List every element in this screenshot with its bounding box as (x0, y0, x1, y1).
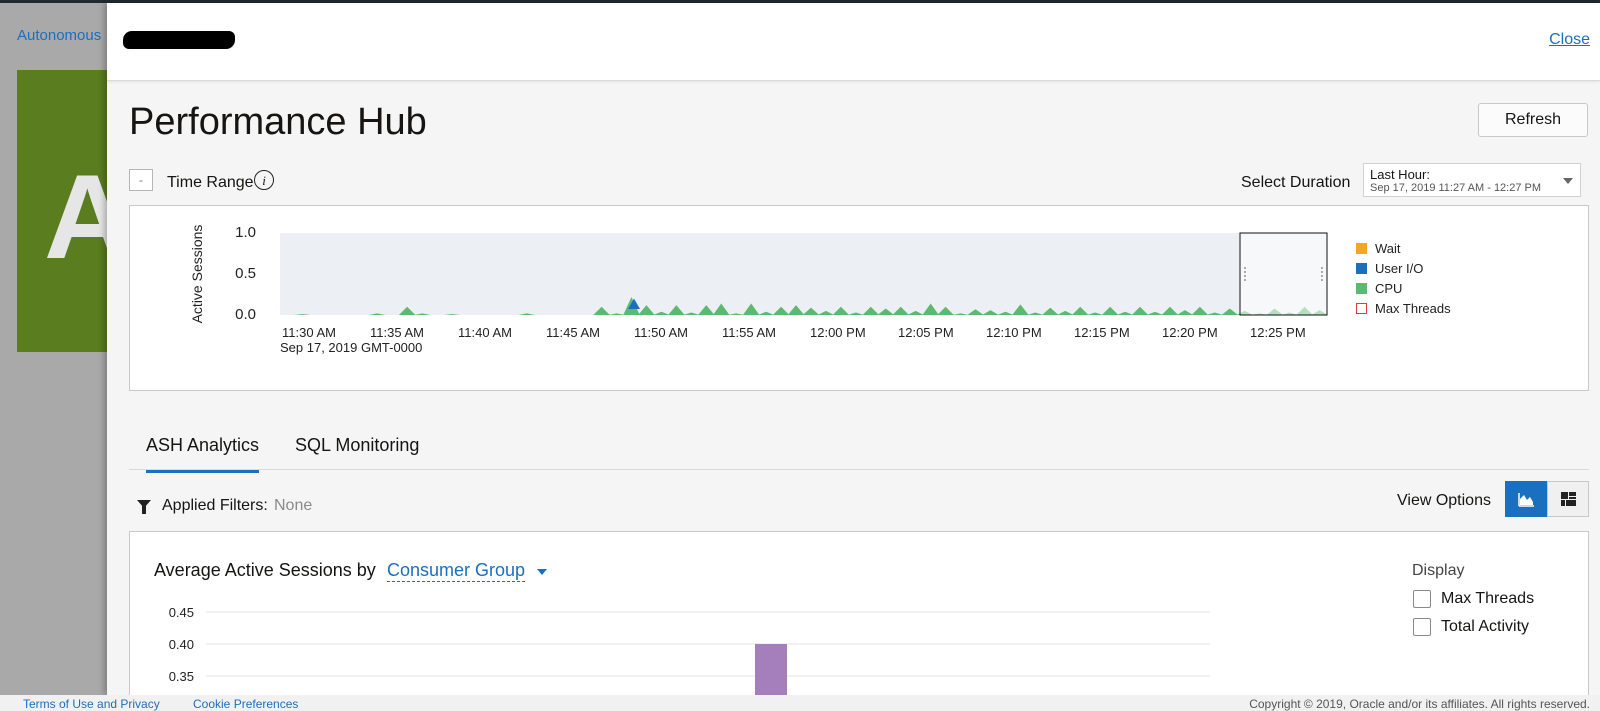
y-tick-label: 0.45 (169, 605, 194, 620)
average-active-sessions-panel: Average Active Sessions by Consumer Grou… (129, 531, 1589, 695)
legend-swatch (1356, 263, 1367, 274)
total-activity-option[interactable]: Total Activity (1413, 618, 1529, 636)
duration-select[interactable]: Last Hour: Sep 17, 2019 11:27 AM - 12:27… (1363, 163, 1581, 197)
total-activity-checkbox[interactable] (1413, 618, 1431, 636)
time-range-chart[interactable]: Active Sessions 1.0 0.5 0.0 11:30 AM 11:3… (129, 205, 1589, 391)
time-range-label: Time Range (167, 174, 254, 191)
legend-label: Wait (1375, 241, 1401, 256)
applied-filters-label: Applied Filters: (162, 497, 268, 514)
area-chart-icon (1518, 493, 1534, 507)
x-tick-label: 11:45 AM (546, 325, 600, 340)
chart-legend: Wait User I/O CPU Max Threads (1356, 241, 1451, 316)
x-tick-label: 12:05 PM (898, 325, 954, 340)
max-threads-checkbox[interactable] (1413, 590, 1431, 608)
aas-chart-svg: 0.45 0.40 0.35 (169, 605, 1210, 695)
time-range-chart-svg: Active Sessions 1.0 0.5 0.0 11:30 AM 11:3… (189, 224, 1451, 355)
x-tick-label: 12:20 PM (1162, 325, 1218, 340)
refresh-button[interactable]: Refresh (1478, 103, 1588, 137)
x-tick-label: 12:15 PM (1074, 325, 1130, 340)
y-tick-label: 0.5 (235, 265, 256, 282)
x-tick-labels: 11:30 AM 11:35 AM 11:40 AM 11:45 AM 11:50 AM… (282, 325, 1306, 340)
duration-value: Last Hour: (1370, 167, 1430, 182)
tab-ash-analytics[interactable]: ASH Analytics (146, 435, 260, 473)
legend-swatch (1356, 283, 1367, 294)
y-tick-label: 0.35 (169, 669, 194, 684)
total-activity-label: Total Activity (1441, 618, 1530, 636)
x-tick-label: 11:40 AM (458, 325, 512, 340)
select-duration-label: Select Duration (1241, 174, 1351, 191)
x-tick-label: 12:10 PM (986, 325, 1042, 340)
duration-detail: Sep 17, 2019 11:27 AM - 12:27 PM (1370, 182, 1542, 194)
y-tick-label: 0.40 (169, 637, 194, 652)
y-tick-label: 1.0 (235, 224, 256, 241)
view-options-label: View Options (1397, 492, 1491, 509)
page-footer: Terms of Use and Privacy Cookie Preferen… (0, 695, 1600, 711)
legend-label: User I/O (1375, 261, 1423, 276)
collapse-time-range-button[interactable]: - (129, 169, 153, 191)
panel-header: Close (107, 3, 1600, 81)
cookie-preferences-link[interactable]: Cookie Preferences (193, 697, 298, 711)
terms-link[interactable]: Terms of Use and Privacy (23, 697, 160, 711)
x-axis-sublabel: Sep 17, 2019 GMT-0000 (280, 340, 422, 355)
tab-sql-monitoring[interactable]: SQL Monitoring (295, 435, 419, 470)
legend-label: Max Threads (1375, 301, 1451, 316)
background-breadcrumb-link[interactable]: Autonomous (17, 27, 101, 44)
legend-label: CPU (1375, 281, 1402, 296)
selection-window[interactable] (1239, 232, 1328, 316)
x-tick-label: 11:50 AM (634, 325, 688, 340)
filter-icon-stem (142, 506, 146, 514)
display-label: Display (1412, 562, 1465, 579)
x-tick-label: 11:30 AM (282, 325, 336, 340)
legend-swatch (1356, 243, 1367, 254)
performance-hub-panel: Close Performance Hub Refresh - Time Ran… (107, 3, 1600, 695)
x-tick-label: 11:35 AM (370, 325, 424, 340)
x-tick-label: 11:55 AM (722, 325, 776, 340)
redacted-database-name (123, 31, 235, 49)
treemap-view-button[interactable] (1547, 481, 1589, 517)
x-tick-label: 12:00 PM (810, 325, 866, 340)
aas-bars (755, 644, 787, 695)
treemap-icon (1561, 492, 1576, 506)
area-chart-view-button[interactable] (1505, 481, 1547, 517)
applied-filters-value: None (274, 497, 313, 514)
legend-swatch (1356, 303, 1367, 314)
max-threads-label: Max Threads (1441, 590, 1535, 608)
y-tick-label: 0.0 (235, 306, 256, 323)
aas-gridlines: 0.45 0.40 0.35 (169, 605, 1210, 684)
chart-bar[interactable] (755, 644, 787, 695)
plot-area (280, 233, 1327, 315)
analysis-tabs: ASH Analytics SQL Monitoring (129, 423, 1589, 473)
chevron-down-icon (1563, 178, 1573, 184)
close-link[interactable]: Close (1549, 31, 1590, 49)
x-tick-label: 12:25 PM (1250, 325, 1306, 340)
max-threads-option[interactable]: Max Threads (1413, 590, 1534, 608)
y-axis-label: Active Sessions (189, 225, 205, 324)
info-icon[interactable]: i (254, 170, 274, 190)
page-title: Performance Hub (129, 101, 427, 143)
copyright-text: Copyright © 2019, Oracle and/or its affi… (1249, 697, 1590, 711)
